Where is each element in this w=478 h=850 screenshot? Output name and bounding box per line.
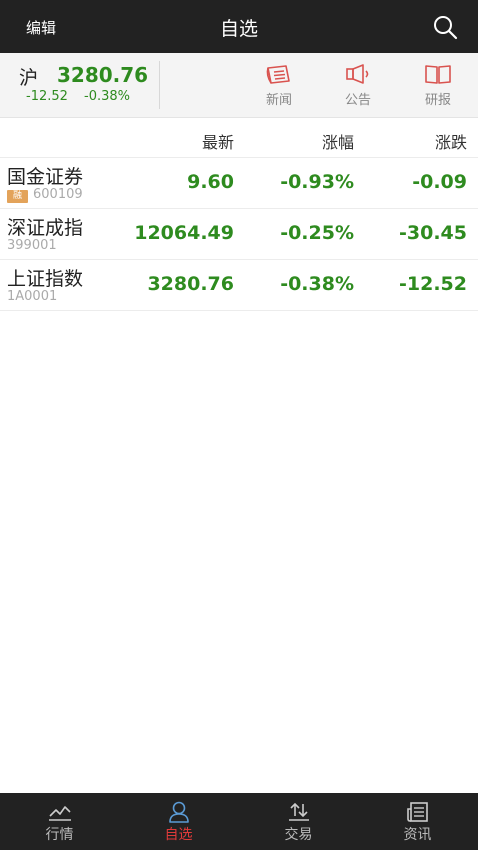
megaphone-icon — [328, 63, 388, 85]
nav-market[interactable]: 行情 — [0, 793, 119, 850]
stock-pct: -0.93% — [280, 171, 354, 193]
index-name: 沪 — [19, 67, 39, 89]
chart-line-icon — [0, 801, 119, 823]
nav-trade[interactable]: 交易 — [239, 793, 358, 850]
stock-pct: -0.38% — [280, 273, 354, 295]
stock-row[interactable]: 国金证券 融 600109 9.60 -0.93% -0.09 — [0, 158, 478, 209]
column-pct[interactable]: 涨幅 — [322, 129, 354, 153]
stock-change: -30.45 — [399, 222, 467, 244]
stock-row[interactable]: 上证指数 1A0001 3280.76 -0.38% -12.52 — [0, 260, 478, 311]
user-icon — [119, 801, 238, 823]
bottom-nav: 行情 自选 交易 资讯 — [0, 793, 478, 850]
nav-watchlist-label: 自选 — [164, 827, 193, 843]
nav-info-label: 资讯 — [403, 827, 432, 843]
stock-code: 1A0001 — [7, 289, 58, 304]
stock-name: 深证成指 — [7, 217, 84, 239]
top-bar: 编辑 自选 — [0, 0, 478, 53]
report-button[interactable]: 研报 — [408, 63, 468, 111]
stock-change: -12.52 — [399, 273, 467, 295]
stock-pct: -0.25% — [280, 222, 354, 244]
nav-info[interactable]: 资讯 — [358, 793, 477, 850]
nav-market-label: 行情 — [45, 827, 74, 843]
search-icon[interactable] — [432, 14, 458, 40]
stock-row[interactable]: 深证成指 399001 12064.49 -0.25% -30.45 — [0, 209, 478, 260]
newspaper-icon — [358, 801, 477, 823]
column-header: 最新 涨幅 涨跌 — [0, 118, 478, 158]
news-button[interactable]: 新闻 — [249, 63, 309, 111]
book-icon — [408, 63, 468, 85]
strip-divider — [159, 61, 160, 109]
page-title: 自选 — [219, 18, 258, 40]
index-value: 3280.76 — [57, 63, 149, 87]
column-latest[interactable]: 最新 — [202, 129, 234, 153]
index-strip: 沪 3280.76 -12.52 -0.38% 新闻 公告 研报 — [0, 53, 478, 118]
stock-name: 国金证券 — [7, 166, 84, 188]
notice-button[interactable]: 公告 — [328, 63, 388, 111]
stock-latest: 12064.49 — [134, 222, 234, 244]
app-root: 编辑 自选 沪 3280.76 -12.52 -0.38% 新闻 公告 研报 最… — [0, 0, 478, 850]
index-change: -12.52 — [26, 89, 68, 104]
index-pct: -0.38% — [84, 89, 130, 104]
stock-code: 399001 — [7, 238, 57, 253]
stock-latest: 3280.76 — [147, 273, 234, 295]
margin-badge: 融 — [7, 190, 28, 203]
column-change[interactable]: 涨跌 — [435, 129, 467, 153]
nav-trade-label: 交易 — [284, 827, 313, 843]
stock-change: -0.09 — [412, 171, 467, 193]
notice-label: 公告 — [344, 93, 371, 108]
stock-name: 上证指数 — [7, 268, 84, 290]
stock-latest: 9.60 — [187, 171, 234, 193]
swap-arrows-icon — [239, 801, 358, 823]
stock-code: 600109 — [33, 187, 83, 202]
news-label: 新闻 — [265, 93, 292, 108]
report-label: 研报 — [424, 93, 451, 108]
news-icon — [249, 63, 309, 85]
nav-watchlist[interactable]: 自选 — [119, 793, 238, 850]
